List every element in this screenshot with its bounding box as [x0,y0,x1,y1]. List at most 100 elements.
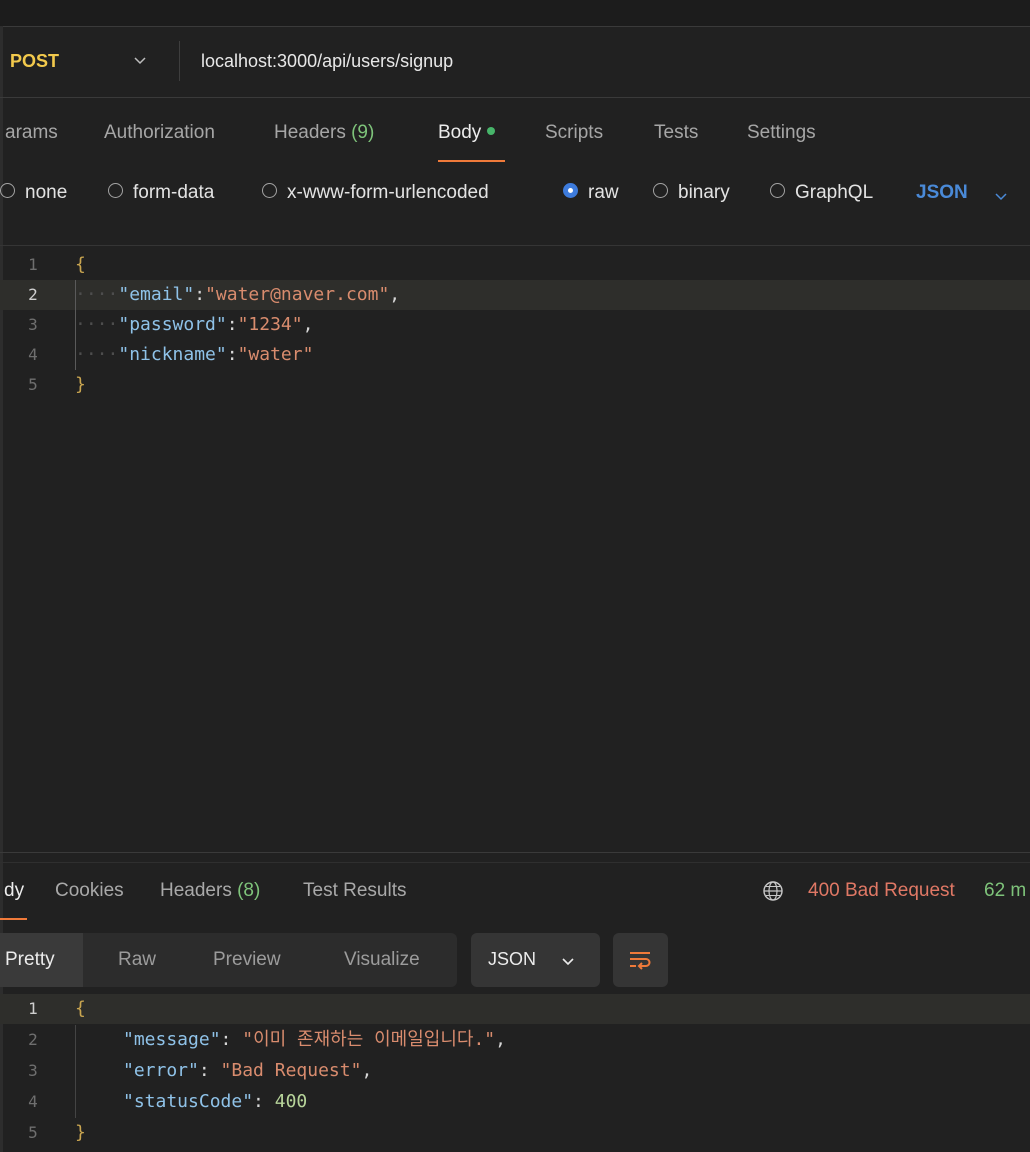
json-key: "password" [118,314,227,335]
wrap-lines-icon [630,952,651,970]
request-tabs: arams Authorization Headers (9) Body Scr… [0,122,1030,166]
json-punct: , [302,314,314,335]
tab-label: Authorization [104,122,215,143]
code-text: ····"email":"water@naver.com", [75,284,401,305]
status-badge[interactable]: 400 Bad Request [808,880,955,902]
code-text: ····"nickname":"water" [75,344,314,365]
radio-label: raw [588,182,619,203]
tab-params[interactable]: arams [5,122,58,144]
tab-label: Settings [747,122,816,143]
line-number: 4 [28,1092,38,1111]
chevron-down-icon [562,958,574,966]
response-time[interactable]: 62 m [984,880,1026,902]
response-tab-body[interactable]: dy [4,880,24,902]
pane-divider[interactable] [0,852,1030,853]
divider [0,245,1030,246]
chevron-down-icon[interactable] [994,189,1008,203]
json-key: "nickname" [118,344,227,365]
tab-body[interactable]: Body [438,122,496,144]
radio-circle [108,183,123,199]
code-line: 5 } [0,1118,1030,1148]
format-label: JSON [488,949,537,969]
code-line: 4 "statusCode": 400 [0,1087,1030,1117]
tab-label: Headers [160,880,232,901]
line-number: 3 [28,1061,38,1080]
code-line: 5 } [0,370,1030,400]
response-tab-test-results[interactable]: Test Results [303,880,406,902]
tab-label: Headers [274,122,346,143]
code-line: 4 ····"nickname":"water" [0,340,1030,370]
tab-scripts[interactable]: Scripts [545,122,603,144]
radio-binary[interactable]: binary [653,182,730,204]
json-value: 400 [274,1091,308,1112]
code-line-active: 1 { [0,994,1030,1024]
view-preview-button[interactable]: Preview [213,933,281,987]
tab-count: (8) [237,880,261,901]
code-text: } [75,1122,86,1143]
chevron-down-icon[interactable] [133,53,147,67]
view-visualize-button[interactable]: Visualize [344,933,420,987]
radio-label: binary [678,182,730,203]
tab-tests[interactable]: Tests [654,122,698,144]
response-format-select[interactable]: JSON [471,933,600,987]
code-text: "message": "이미 존재하는 이메일입니다.", [123,1029,506,1050]
line-number: 4 [28,345,38,364]
code-text: { [75,998,86,1019]
json-punct: , [361,1060,373,1081]
radio-none[interactable]: none [0,182,67,204]
tab-label: Tests [654,122,699,143]
line-number: 2 [28,285,38,304]
body-type-row: none form-data x-www-form-urlencoded raw… [0,182,1030,212]
globe-icon[interactable] [762,880,784,902]
tab-label: Scripts [545,122,604,143]
radio-circle [0,183,15,199]
code-line: 3 ····"password":"1234", [0,310,1030,340]
code-line: 2 "message": "이미 존재하는 이메일입니다.", [0,1025,1030,1055]
body-format-select[interactable]: JSON [916,182,968,204]
top-strip [0,0,1030,27]
response-tab-cookies[interactable]: Cookies [55,880,124,902]
response-tab-headers[interactable]: Headers (8) [160,880,260,902]
radio-label: none [25,182,68,203]
line-number: 2 [28,1030,38,1049]
tab-authorization[interactable]: Authorization [104,122,215,144]
view-raw-button[interactable]: Raw [118,933,156,987]
code-line-active: 2 ····"email":"water@naver.com", [0,280,1030,310]
url-input[interactable]: localhost:3000/api/users/signup [201,51,453,72]
json-value: "1234" [237,314,303,335]
radio-circle [770,183,785,199]
radio-label: x-www-form-urlencoded [287,182,489,203]
radio-circle [262,183,277,199]
line-number: 5 [28,1123,38,1142]
code-text: ····"password":"1234", [75,314,314,335]
active-tab-underline [0,918,27,920]
modified-dot [487,126,496,135]
indent-guide [75,280,76,370]
code-text: } [75,374,86,395]
wrap-lines-button[interactable] [613,933,668,987]
json-punct: , [389,284,401,305]
view-pretty-button[interactable]: Pretty [0,933,83,987]
indent-guide [75,1025,76,1118]
tab-headers[interactable]: Headers (9) [274,122,374,144]
tab-settings[interactable]: Settings [747,122,816,144]
code-text: "error": "Bad Request", [123,1060,373,1081]
divider [0,862,1030,863]
code-text: { [75,254,86,275]
tab-count: (9) [351,122,375,143]
line-number: 1 [28,255,38,274]
json-value: "이미 존재하는 이메일입니다." [242,1029,496,1050]
radio-urlencoded[interactable]: x-www-form-urlencoded [262,182,489,204]
tab-label: Body [438,122,482,143]
line-number: 3 [28,315,38,334]
radio-form-data[interactable]: form-data [108,182,214,204]
radio-graphql[interactable]: GraphQL [770,182,873,204]
radio-label: form-data [133,182,215,203]
method-select[interactable]: POST [10,51,59,72]
code-line: 1 { [0,250,1030,280]
request-bar: POST localhost:3000/api/users/signup [0,27,1030,98]
json-punct: , [495,1029,506,1050]
json-key: "statusCode" [123,1091,254,1112]
json-key: "error" [123,1060,199,1081]
radio-raw[interactable]: raw [563,182,619,204]
